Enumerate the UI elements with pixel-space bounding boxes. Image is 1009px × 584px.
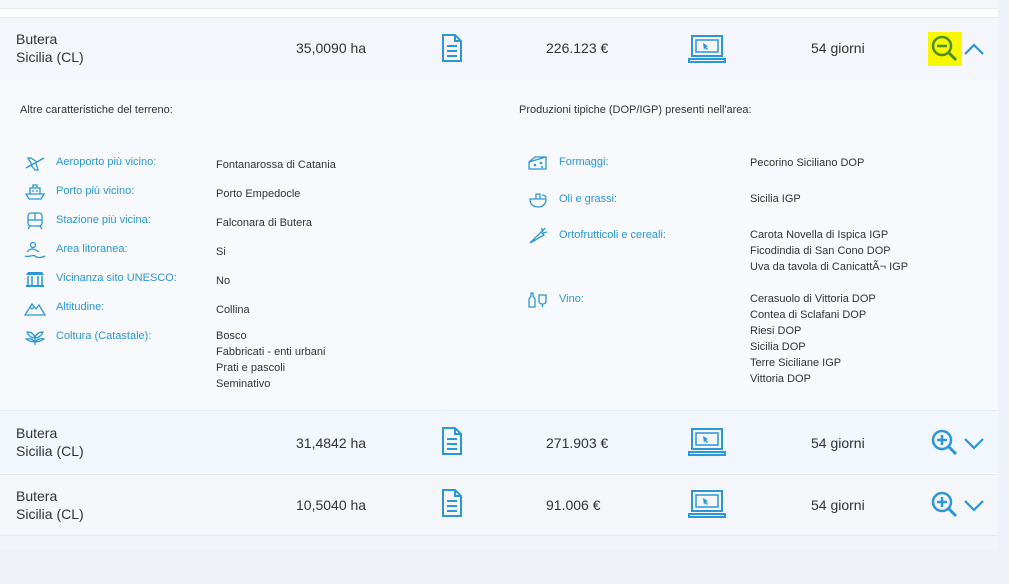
- zoom-in-icon[interactable]: [928, 488, 962, 522]
- product-value: Riesi DOP: [750, 325, 802, 337]
- previous-row-edge: [0, 0, 998, 9]
- feature-label: Stazione più vicina:: [56, 214, 151, 226]
- chevron-up-icon[interactable]: [963, 42, 985, 56]
- feature-value: Fontanarossa di Catania: [216, 159, 336, 171]
- listing-location: Butera Sicilia (CL): [16, 30, 84, 66]
- listing-area: 31,4842 ha: [296, 435, 367, 451]
- product-value: Ficodindia di San Cono DOP: [750, 245, 891, 257]
- product-values-list: Cerasuolo di Vittoria DOP Contea di Scla…: [750, 291, 876, 387]
- product-value: Pecorino Siciliano DOP: [750, 157, 865, 169]
- feature-value: Fabbricati - enti urbani: [216, 346, 326, 358]
- typical-products-heading: Produzioni tipiche (DOP/IGP) presenti ne…: [519, 104, 752, 116]
- product-value: Carota Novella di Ispica IGP: [750, 229, 889, 241]
- listing-details-panel: Altre caratteristiche del terreno: Produ…: [0, 80, 998, 410]
- feature-label: Vicinanza sito UNESCO:: [56, 272, 177, 284]
- carrot-icon: [527, 227, 549, 245]
- ship-icon: [24, 183, 46, 201]
- chevron-down-icon[interactable]: [963, 499, 985, 513]
- temple-icon: [24, 270, 46, 288]
- listing-price: 271.903 €: [546, 435, 609, 451]
- beach-icon: [24, 241, 46, 259]
- feature-values-list: Bosco Fabbricati - enti urbani Prati e p…: [216, 328, 325, 392]
- document-icon[interactable]: [441, 489, 463, 517]
- listing-days: 54 giorni: [811, 435, 865, 451]
- document-icon[interactable]: [441, 34, 463, 62]
- listings-card: Butera Sicilia (CL) 35,0090 ha 226.123 €…: [0, 0, 998, 550]
- product-label: Vino:: [559, 293, 584, 305]
- document-icon[interactable]: [441, 427, 463, 455]
- listing-row-partial[interactable]: [0, 535, 998, 550]
- chevron-down-icon[interactable]: [963, 437, 985, 451]
- zoom-in-icon[interactable]: [928, 426, 962, 460]
- train-icon: [24, 212, 46, 230]
- feature-label: Altitudine:: [56, 301, 105, 313]
- listing-row[interactable]: Butera Sicilia (CL) 31,4842 ha 271.903 €…: [0, 410, 998, 473]
- feature-label: Area litoranea:: [56, 243, 128, 255]
- product-value: Sicilia DOP: [750, 341, 806, 353]
- terrain-features-heading: Altre caratteristiche del terreno:: [20, 104, 173, 116]
- feature-value: Bosco: [216, 330, 247, 342]
- feature-value: Porto Empedocle: [216, 188, 301, 200]
- listing-location: Butera Sicilia (CL): [16, 424, 84, 460]
- product-label: Ortofrutticoli e cereali:: [559, 229, 666, 241]
- mountain-icon: [24, 299, 46, 317]
- feature-value: Collina: [216, 304, 250, 316]
- location-town: Butera: [16, 488, 58, 504]
- listing-area: 35,0090 ha: [296, 40, 367, 56]
- feature-value: Prati e pascoli: [216, 362, 286, 374]
- product-value: Sicilia IGP: [750, 193, 801, 205]
- zoom-out-icon[interactable]: [928, 32, 962, 66]
- listing-days: 54 giorni: [811, 497, 865, 513]
- feature-value: Seminativo: [216, 378, 271, 390]
- oil-icon: [527, 191, 549, 209]
- product-value: Contea di Sclafani DOP: [750, 309, 867, 321]
- product-value: Cerasuolo di Vittoria DOP: [750, 293, 876, 305]
- wine-icon: [527, 291, 549, 309]
- location-town: Butera: [16, 31, 58, 47]
- listing-row[interactable]: Butera Sicilia (CL) 35,0090 ha 226.123 €…: [0, 17, 998, 81]
- product-value: Terre Siciliane IGP: [750, 357, 842, 369]
- laptop-icon[interactable]: [688, 489, 726, 519]
- laptop-icon[interactable]: [688, 34, 726, 64]
- feature-value: Si: [216, 246, 226, 258]
- listing-location: Butera Sicilia (CL): [16, 487, 84, 523]
- laptop-icon[interactable]: [688, 427, 726, 457]
- product-label: Formaggi:: [559, 156, 609, 168]
- product-value: Uva da tavola di CanicattÃ¬ IGP: [750, 261, 909, 273]
- listing-days: 54 giorni: [811, 40, 865, 56]
- airplane-icon: [24, 154, 46, 172]
- feature-value: No: [216, 275, 231, 287]
- feature-label: Porto più vicino:: [56, 185, 135, 197]
- product-label: Oli e grassi:: [559, 193, 618, 205]
- location-region: Sicilia (CL): [16, 443, 84, 459]
- feature-label: Coltura (Catastale):: [56, 330, 152, 342]
- feature-label: Aeroporto più vicino:: [56, 156, 157, 168]
- cheese-icon: [527, 154, 549, 172]
- feature-value: Falconara di Butera: [216, 217, 312, 229]
- product-values-list: Carota Novella di Ispica IGP Ficodindia …: [750, 227, 908, 275]
- location-region: Sicilia (CL): [16, 49, 84, 65]
- listing-row[interactable]: Butera Sicilia (CL) 10,5040 ha 91.006 € …: [0, 474, 998, 535]
- product-value: Vittoria DOP: [750, 373, 811, 385]
- plant-icon: [24, 328, 46, 346]
- listing-area: 10,5040 ha: [296, 497, 367, 513]
- listing-price: 91.006 €: [546, 497, 601, 513]
- location-region: Sicilia (CL): [16, 506, 84, 522]
- location-town: Butera: [16, 425, 58, 441]
- listing-price: 226.123 €: [546, 40, 609, 56]
